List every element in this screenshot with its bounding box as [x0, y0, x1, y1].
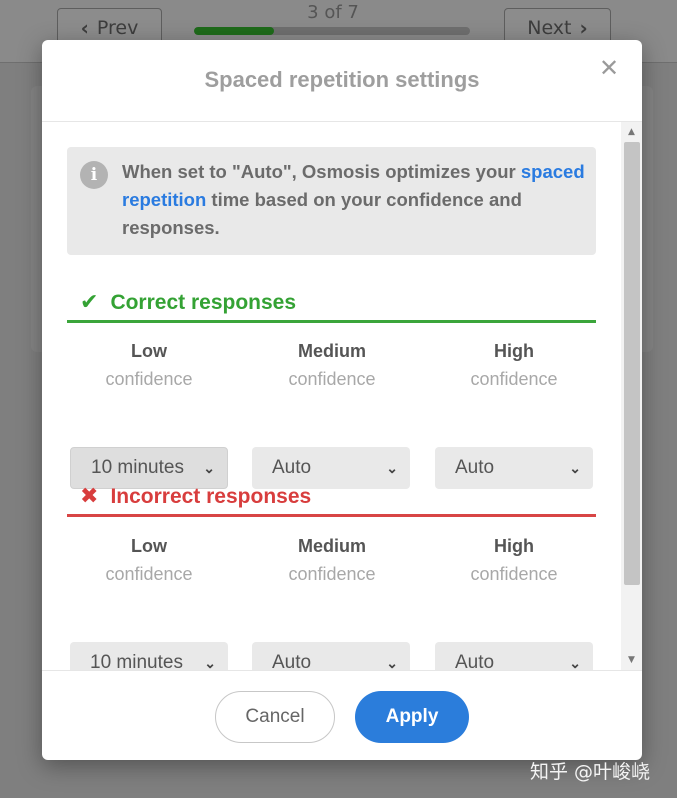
- incorrect-high-level: High: [494, 536, 534, 556]
- chevron-down-icon: ⌄: [569, 654, 581, 671]
- incorrect-low-level: Low: [131, 536, 167, 556]
- incorrect-medium-column: Medium confidence: [252, 536, 412, 585]
- modal-header: Spaced repetition settings ✕: [42, 40, 642, 122]
- correct-low-sub: confidence: [105, 369, 193, 389]
- correct-section-header: ✔ Correct responses: [67, 285, 596, 323]
- correct-low-value: 10 minutes: [91, 457, 184, 478]
- chevron-down-icon: ⌄: [204, 654, 216, 671]
- check-icon: ✔: [80, 290, 99, 315]
- incorrect-high-value: Auto: [455, 652, 495, 670]
- prev-label: Prev: [96, 17, 139, 39]
- correct-high-level: High: [494, 341, 534, 361]
- chevron-right-icon: ›: [579, 16, 588, 40]
- apply-button[interactable]: Apply: [355, 691, 469, 743]
- incorrect-medium-select[interactable]: Auto ⌄: [252, 642, 410, 670]
- incorrect-high-sub: confidence: [470, 564, 558, 584]
- question-counter: 3 of 7: [307, 2, 359, 23]
- incorrect-high-select[interactable]: Auto ⌄: [435, 642, 593, 670]
- correct-low-column: Low confidence: [69, 341, 229, 390]
- progress-fill: [194, 27, 275, 35]
- correct-high-sub: confidence: [470, 369, 558, 389]
- correct-medium-level: Medium: [297, 341, 366, 361]
- close-icon[interactable]: ✕: [596, 55, 622, 81]
- incorrect-medium-level: Medium: [297, 536, 366, 556]
- modal-body: i When set to "Auto", Osmosis optimizes …: [42, 122, 642, 670]
- info-text-before: When set to "Auto", Osmosis optimizes yo…: [122, 161, 521, 182]
- correct-medium-value: Auto: [272, 457, 312, 478]
- correct-medium-column: Medium confidence: [252, 341, 412, 390]
- incorrect-low-column: Low confidence: [69, 536, 229, 585]
- chevron-down-icon: ⌄: [386, 654, 398, 671]
- info-text: When set to "Auto", Osmosis optimizes yo…: [122, 158, 587, 242]
- incorrect-low-sub: confidence: [105, 564, 193, 584]
- incorrect-low-select[interactable]: 10 minutes ⌄: [70, 642, 228, 670]
- scroll-down-arrow-icon[interactable]: ▼: [621, 652, 642, 668]
- correct-low-level: Low: [131, 341, 167, 361]
- incorrect-section-title: Incorrect responses: [110, 484, 312, 508]
- correct-section-title: Correct responses: [110, 290, 297, 314]
- scrollbar-thumb[interactable]: [624, 142, 640, 585]
- cross-icon: ✖: [80, 484, 99, 509]
- incorrect-high-column: High confidence: [434, 536, 594, 585]
- correct-high-column: High confidence: [434, 341, 594, 390]
- scroll-up-arrow-icon[interactable]: ▲: [621, 124, 642, 140]
- correct-medium-sub: confidence: [288, 369, 376, 389]
- next-label: Next: [527, 17, 572, 39]
- chevron-down-icon: ⌄: [569, 459, 581, 476]
- incorrect-medium-value: Auto: [272, 652, 312, 670]
- incorrect-low-value: 10 minutes: [90, 652, 183, 670]
- info-box: i When set to "Auto", Osmosis optimizes …: [67, 147, 596, 255]
- correct-high-value: Auto: [455, 457, 495, 478]
- cancel-button[interactable]: Cancel: [215, 691, 335, 743]
- modal-footer: Cancel Apply: [42, 670, 642, 760]
- incorrect-section-header: ✖ Incorrect responses: [67, 479, 596, 517]
- chevron-down-icon: ⌄: [203, 459, 215, 476]
- modal-title: Spaced repetition settings: [204, 67, 480, 92]
- chevron-down-icon: ⌄: [386, 459, 398, 476]
- info-icon: i: [80, 161, 108, 189]
- watermark: 知乎 @叶峻峣: [530, 761, 651, 783]
- settings-modal: Spaced repetition settings ✕ i When set …: [42, 40, 642, 760]
- incorrect-medium-sub: confidence: [288, 564, 376, 584]
- progress-bar: [194, 27, 470, 35]
- scrollbar[interactable]: ▲ ▼: [621, 122, 642, 670]
- chevron-left-icon: ‹: [80, 16, 89, 40]
